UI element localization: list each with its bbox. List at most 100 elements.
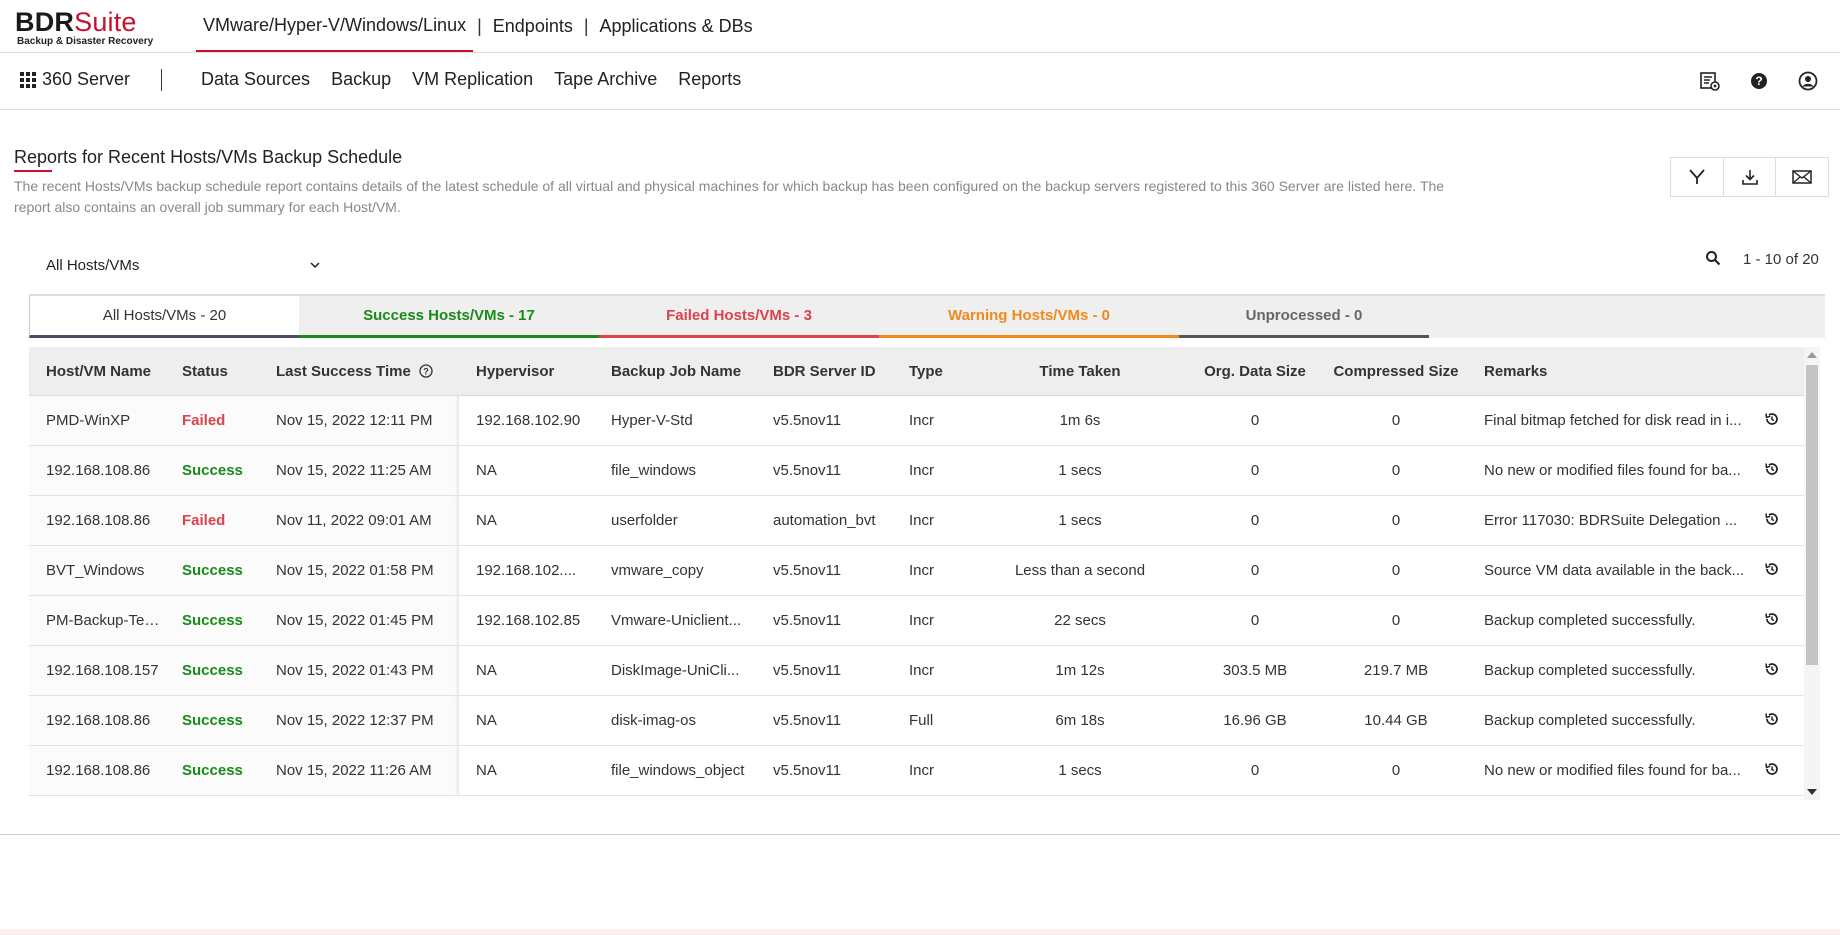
cell-remarks: No new or modified files found for ba... — [1467, 745, 1747, 796]
cell-last-success: Nov 15, 2022 12:11 PM — [259, 395, 459, 446]
col-header-time-taken[interactable]: Time Taken — [975, 347, 1185, 396]
restore-history-icon[interactable] — [1764, 561, 1780, 577]
bdrsuite-logo[interactable]: BDRSuite Backup & Disaster Recovery — [15, 7, 153, 47]
col-header-backup-job[interactable]: Backup Job Name — [594, 347, 756, 396]
col-header-last-success[interactable]: Last Success Time ? — [259, 347, 459, 396]
apps-grid-icon — [20, 71, 36, 88]
footer-strip — [0, 929, 1840, 935]
tab-success-hosts[interactable]: Success Hosts/VMs - 17 — [299, 296, 599, 338]
cell-status: Success — [165, 595, 259, 646]
title-underline — [14, 170, 52, 172]
col-header-org-size[interactable]: Org. Data Size — [1185, 347, 1325, 396]
user-account-icon[interactable] — [1796, 69, 1820, 93]
cell-host[interactable]: PM-Backup-Test... — [29, 595, 165, 646]
cell-status: Success — [165, 745, 259, 796]
restore-history-icon[interactable] — [1764, 461, 1780, 477]
scrollbar-thumb[interactable] — [1806, 365, 1818, 665]
cell-hypervisor: NA — [459, 495, 594, 546]
table-row[interactable]: PMD-WinXP Failed Nov 15, 2022 12:11 PM 192.… — [29, 395, 1804, 446]
table-scrollbar[interactable] — [1804, 347, 1820, 800]
cell-host[interactable]: 192.168.108.86 — [29, 445, 165, 496]
col-header-server-id[interactable]: BDR Server ID — [756, 347, 892, 396]
menu-item-data-sources[interactable]: Data Sources — [201, 69, 310, 90]
cell-org-size: 0 — [1185, 495, 1325, 546]
logo-tagline: Backup & Disaster Recovery — [17, 36, 154, 47]
menu-item-tape-archive[interactable]: Tape Archive — [554, 69, 657, 90]
table-row[interactable]: 192.168.108.86 Success Nov 15, 2022 11:26 … — [29, 745, 1804, 796]
cell-actions — [1747, 495, 1804, 546]
table-row[interactable]: 192.168.108.86 Failed Nov 11, 2022 09:01 A… — [29, 495, 1804, 546]
col-header-status[interactable]: Status — [165, 347, 259, 396]
product-tab-vmware-hyperv-windows-linux[interactable]: VMware/Hyper-V/Windows/Linux — [196, 0, 474, 52]
settings-list-icon[interactable] — [1698, 69, 1722, 93]
tab-failed-hosts[interactable]: Failed Hosts/VMs - 3 — [599, 296, 879, 338]
report-actions — [1670, 157, 1829, 197]
cell-host[interactable]: 192.168.108.86 — [29, 745, 165, 796]
col-header-type[interactable]: Type — [892, 347, 975, 396]
cell-host[interactable]: BVT_Windows — [29, 545, 165, 596]
search-icon[interactable] — [1705, 250, 1721, 271]
cell-server-id: v5.5nov11 — [756, 595, 892, 646]
scroll-down-icon[interactable] — [1807, 789, 1817, 795]
col-header-compressed-size[interactable]: Compressed Size — [1325, 347, 1467, 396]
table-row[interactable]: 192.168.108.157 Success Nov 15, 2022 01:43… — [29, 645, 1804, 696]
restore-history-icon[interactable] — [1764, 411, 1780, 427]
menu-item-reports[interactable]: Reports — [678, 69, 741, 90]
pagination-range: 1 - 10 of 20 — [1743, 251, 1819, 268]
tab-unprocessed[interactable]: Unprocessed - 0 — [1179, 296, 1429, 338]
scroll-up-icon[interactable] — [1807, 352, 1817, 358]
cell-hypervisor: 192.168.102.85 — [459, 595, 594, 646]
table-row[interactable]: PM-Backup-Test... Success Nov 15, 2022 01:… — [29, 595, 1804, 646]
hosts-filter-dropdown[interactable]: All Hosts/VMs — [30, 250, 325, 280]
main-menu: Data Sources Backup VM Replication Tape … — [201, 69, 762, 90]
cell-backup-job: vmware_copy — [594, 545, 756, 596]
cell-server-id: automation_bvt — [756, 495, 892, 546]
cell-backup-job: DiskImage-UniCli... — [594, 645, 756, 696]
cell-time-taken: 1 secs — [975, 495, 1185, 546]
cell-type: Incr — [892, 395, 975, 446]
cell-hypervisor: NA — [459, 645, 594, 696]
info-help-icon[interactable]: ? — [419, 363, 433, 378]
col-header-host[interactable]: Host/VM Name — [29, 347, 165, 396]
help-icon[interactable]: ? — [1747, 69, 1771, 93]
cell-org-size: 0 — [1185, 745, 1325, 796]
cell-remarks: Error 117030: BDRSuite Delegation ... — [1467, 495, 1747, 546]
table-row[interactable]: BVT_Windows Success Nov 15, 2022 01:58 PM 1… — [29, 545, 1804, 596]
cell-host[interactable]: PMD-WinXP — [29, 395, 165, 446]
filter-icon[interactable] — [1671, 158, 1724, 196]
cell-org-size: 0 — [1185, 545, 1325, 596]
app-switcher[interactable]: 360 Server — [20, 69, 130, 90]
cell-type: Incr — [892, 545, 975, 596]
cell-time-taken: 1m 12s — [975, 645, 1185, 696]
col-header-remarks[interactable]: Remarks — [1467, 347, 1747, 396]
table-row[interactable]: 192.168.108.86 Success Nov 15, 2022 12:37 … — [29, 695, 1804, 746]
cell-time-taken: 1 secs — [975, 745, 1185, 796]
cell-host[interactable]: 192.168.108.86 — [29, 495, 165, 546]
svg-text:?: ? — [423, 366, 429, 376]
table-row[interactable]: 192.168.108.86 Success Nov 15, 2022 11:25 … — [29, 445, 1804, 496]
restore-history-icon[interactable] — [1764, 511, 1780, 527]
content-divider — [0, 834, 1840, 835]
cell-remarks: Source VM data available in the back... — [1467, 545, 1747, 596]
restore-history-icon[interactable] — [1764, 711, 1780, 727]
product-tab-applications-dbs[interactable]: Applications & DBs — [593, 0, 760, 52]
restore-history-icon[interactable] — [1764, 611, 1780, 627]
restore-history-icon[interactable] — [1764, 761, 1780, 777]
col-header-hypervisor[interactable]: Hypervisor — [459, 347, 594, 396]
download-icon[interactable] — [1724, 158, 1777, 196]
restore-history-icon[interactable] — [1764, 661, 1780, 677]
col-header-last-success-label: Last Success Time — [276, 362, 411, 380]
cell-compressed-size: 219.7 MB — [1325, 645, 1467, 696]
menu-item-backup[interactable]: Backup — [331, 69, 391, 90]
menu-item-vm-replication[interactable]: VM Replication — [412, 69, 533, 90]
email-icon[interactable] — [1776, 158, 1828, 196]
cell-server-id: v5.5nov11 — [756, 745, 892, 796]
cell-status: Failed — [165, 495, 259, 546]
cell-host[interactable]: 192.168.108.157 — [29, 645, 165, 696]
cell-org-size: 303.5 MB — [1185, 645, 1325, 696]
cell-host[interactable]: 192.168.108.86 — [29, 695, 165, 746]
product-tab-endpoints[interactable]: Endpoints — [486, 0, 580, 52]
cell-type: Incr — [892, 595, 975, 646]
tab-all-hosts[interactable]: All Hosts/VMs - 20 — [29, 296, 299, 338]
tab-warning-hosts[interactable]: Warning Hosts/VMs - 0 — [879, 296, 1179, 338]
